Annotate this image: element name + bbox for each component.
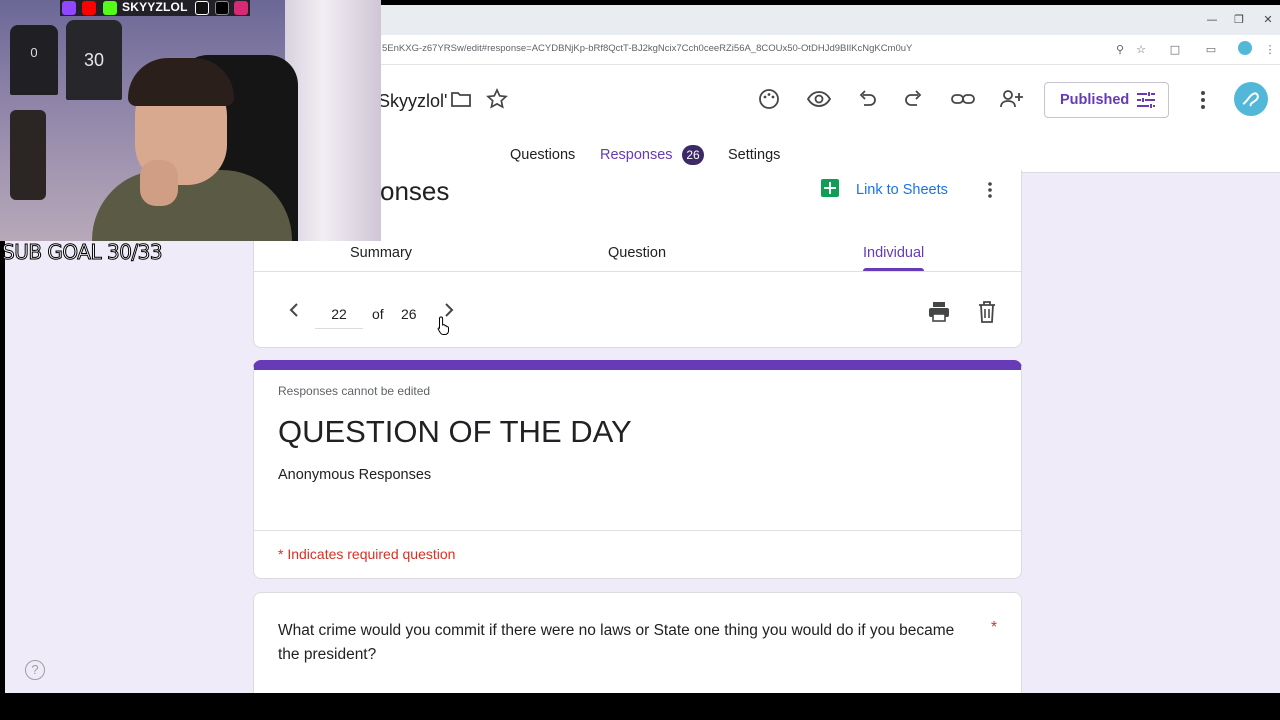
- responses-more-icon[interactable]: [982, 181, 998, 199]
- youtube-icon: [82, 1, 96, 15]
- zoom-icon[interactable]: ⚲: [1111, 41, 1129, 59]
- delete-response-button[interactable]: [976, 300, 998, 324]
- pager-of-label: of: [372, 306, 384, 322]
- profile-icon[interactable]: [1236, 40, 1254, 58]
- webcam-curtain: [285, 0, 381, 241]
- cast-icon[interactable]: ▭: [1202, 41, 1220, 59]
- help-button[interactable]: ?: [25, 660, 45, 680]
- link-icon[interactable]: [950, 87, 976, 113]
- extensions-icon[interactable]: □: [1166, 41, 1184, 59]
- kick-icon: [103, 1, 117, 15]
- tune-icon: [1137, 92, 1155, 108]
- more-options-icon[interactable]: [1191, 87, 1215, 113]
- form-description: Anonymous Responses: [278, 467, 432, 483]
- social-bar: SKYYZLOL: [60, 0, 250, 16]
- minimize-icon[interactable]: —: [1200, 11, 1224, 29]
- preview-eye-icon[interactable]: [806, 87, 832, 113]
- folder-icon[interactable]: [449, 87, 475, 113]
- palette-icon[interactable]: [757, 87, 783, 113]
- required-star: *: [991, 619, 998, 636]
- form-title: QUESTION OF THE DAY: [278, 414, 632, 449]
- responses-count-badge: 26: [682, 145, 704, 165]
- social-handle: SKYYZLOL: [122, 0, 188, 14]
- trash-icon: [979, 301, 995, 323]
- bookmark-star-icon[interactable]: ☆: [1132, 41, 1150, 59]
- chrome-menu-icon[interactable]: ⋮: [1261, 41, 1279, 59]
- close-icon[interactable]: ✕: [1256, 11, 1280, 29]
- form-divider: [254, 530, 1021, 531]
- streamer-hair: [128, 58, 234, 106]
- x-icon: [215, 1, 229, 15]
- previous-response-button[interactable]: [284, 299, 304, 321]
- no-edit-notice: Responses cannot be edited: [278, 384, 431, 398]
- twitch-icon: [62, 1, 76, 15]
- form-info-card: Responses cannot be edited QUESTION OF T…: [253, 360, 1022, 579]
- url-text[interactable]: 5EnKXG-z67YRSw/edit#response=ACYDBNjKp-b…: [382, 43, 912, 54]
- webcam-overlay: 0 30 SKYYZLOL: [0, 0, 381, 241]
- sheets-icon[interactable]: [821, 179, 839, 197]
- tab-questions[interactable]: Questions: [510, 147, 575, 163]
- screen: — ❐ ✕ 5EnKXG-z67YRSw/edit#response=ACYDB…: [0, 0, 1280, 720]
- microphone: [10, 110, 46, 200]
- restore-icon[interactable]: ❐: [1227, 11, 1251, 29]
- published-button[interactable]: Published: [1044, 82, 1169, 118]
- question-text: What crime would you commit if there wer…: [278, 622, 955, 663]
- subtab-individual[interactable]: Individual: [863, 245, 924, 261]
- redo-icon[interactable]: [902, 87, 928, 113]
- tab-settings[interactable]: Settings: [728, 147, 780, 163]
- required-question-note: * Indicates required question: [278, 546, 456, 562]
- published-label: Published: [1060, 92, 1130, 108]
- pager-total: 26: [401, 306, 417, 322]
- link-to-sheets-button[interactable]: Link to Sheets: [856, 182, 948, 198]
- streamer-hand: [140, 160, 178, 206]
- tab-responses[interactable]: Responses: [600, 147, 673, 163]
- document-title[interactable]: Skyyzlol': [378, 91, 447, 112]
- tiktok-icon: [195, 1, 209, 15]
- responses-title: onses: [380, 176, 450, 206]
- print-button[interactable]: [927, 300, 951, 324]
- hand-cursor-icon: [437, 315, 451, 335]
- response-number-input[interactable]: 22: [315, 306, 363, 329]
- star-icon[interactable]: [485, 87, 511, 113]
- undo-icon[interactable]: [855, 87, 881, 113]
- wall-jersey: 30: [66, 20, 122, 100]
- wall-jersey: 0: [10, 25, 58, 95]
- chevron-left-icon: [289, 303, 298, 317]
- subtab-question[interactable]: Question: [608, 245, 666, 261]
- add-collaborator-icon[interactable]: [998, 87, 1024, 113]
- print-icon: [929, 302, 949, 322]
- instagram-icon: [234, 1, 248, 15]
- question-card: What crime would you commit if there wer…: [253, 592, 1022, 693]
- subtab-divider: [254, 271, 1021, 272]
- account-avatar[interactable]: [1234, 82, 1268, 116]
- subtab-summary[interactable]: Summary: [350, 245, 412, 261]
- sub-goal-overlay: SUB GOAL 30/33: [1, 240, 163, 265]
